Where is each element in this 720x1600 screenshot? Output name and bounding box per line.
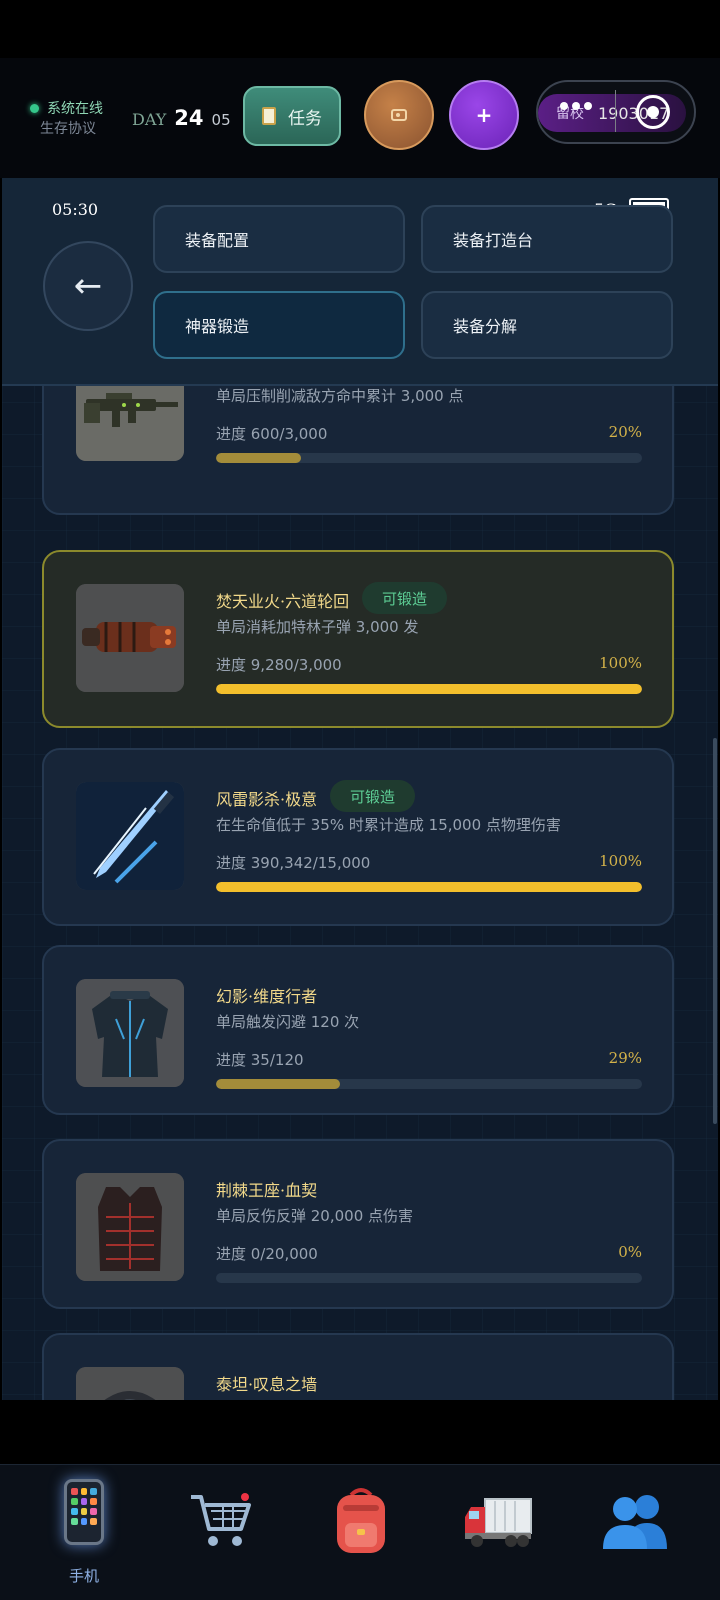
cart-icon	[191, 1493, 251, 1546]
task-label: 任务	[288, 108, 322, 129]
progress-fill	[216, 882, 642, 892]
item-name: 风雷影杀·极意	[216, 790, 318, 809]
clipboard-icon	[262, 107, 276, 125]
forge-header: 05:30 5G ← 装备配置 装备打造台 神器锻造 装备分解	[2, 178, 718, 386]
progress-percent: 29%	[608, 1049, 642, 1067]
dock-phone[interactable]: 手机	[39, 1479, 129, 1589]
progress-track	[216, 882, 642, 892]
item-requirement: 在生命值低于 35% 时累计造成 15,000 点物理伤害	[216, 816, 561, 834]
close-target-icon[interactable]	[636, 95, 670, 129]
progress-text: 进度 9,280/3,000	[216, 656, 342, 674]
dock-shop[interactable]	[176, 1479, 266, 1589]
progress-text: 进度 600/3,000	[216, 425, 328, 443]
item-requirement: 单局压制削减敌方命中累计 3,000 点	[216, 387, 464, 405]
forge-item-card[interactable]: 荆棘王座·血契单局反伤反弹 20,000 点伤害 进度 0/20,000 0%	[42, 1139, 674, 1309]
progress-track	[216, 684, 642, 694]
backpack-icon	[337, 1488, 385, 1553]
progress-track	[216, 453, 642, 463]
plus-icon: +	[475, 103, 493, 127]
truck-icon	[465, 1498, 532, 1547]
tab-crafting-bench[interactable]: 装备打造台	[421, 205, 673, 273]
progress-percent: 100%	[599, 852, 642, 870]
progress-track	[216, 1273, 642, 1283]
item-name: 焚天业火·六道轮回	[216, 592, 350, 611]
progress-text: 进度 0/20,000	[216, 1245, 318, 1263]
forge-item-card[interactable]: 焚天业火·六道轮回 可锻造单局消耗加特林子弹 3,000 发进度 9,280/3,…	[42, 550, 674, 728]
dock-phone-label: 手机	[68, 1567, 99, 1585]
task-button[interactable]: 任务	[243, 86, 341, 146]
armor-image	[76, 1367, 184, 1400]
katana-image	[76, 782, 184, 890]
dock-team[interactable]	[591, 1479, 681, 1589]
users-icon	[603, 1495, 667, 1549]
tab-dismantle[interactable]: 装备分解	[421, 291, 673, 359]
forge-item-card[interactable]: 风雷影杀·极意 可锻造在生命值低于 35% 时累计造成 15,000 点物理伤害进…	[42, 748, 674, 926]
item-name: 泰坦·叹息之墙	[216, 1375, 318, 1394]
plus-button[interactable]: +	[449, 80, 519, 150]
progress-fill	[216, 1079, 340, 1089]
item-name: 荆棘王座·血契	[216, 1181, 318, 1200]
back-arrow-icon: ←	[73, 266, 103, 306]
back-button[interactable]: ←	[43, 241, 133, 331]
system-status: 系统在线	[30, 98, 103, 118]
top-black-bar	[0, 0, 720, 58]
gatling-image	[76, 584, 184, 692]
dock-backpack[interactable]	[316, 1479, 406, 1589]
day-counter: DAY 24 05	[132, 106, 231, 130]
day-number: 24	[174, 106, 204, 130]
phone-screen: 秩序崩坏·深渊咆哮单局压制削减敌方命中累计 3,000 点进度 600/3,00…	[2, 178, 718, 1400]
day-sub: 05	[211, 111, 231, 129]
forgeable-badge: 可锻造	[362, 582, 448, 614]
coat-image	[76, 979, 184, 1087]
item-name: 幻影·维度行者	[216, 987, 318, 1006]
status-online-text: 系统在线	[47, 101, 103, 117]
forge-item-card[interactable]: 幻影·维度行者单局触发闪避 120 次进度 35/120 29%	[42, 945, 674, 1115]
online-dot-icon	[30, 103, 39, 113]
radio-icon	[391, 109, 407, 121]
vest-image	[76, 1173, 184, 1281]
item-requirement: 单局消耗加特林子弹 3,000 发	[216, 618, 419, 636]
progress-percent: 100%	[599, 654, 642, 672]
progress-percent: 20%	[608, 423, 642, 441]
tab-equipment-config[interactable]: 装备配置	[153, 205, 405, 273]
dock-truck[interactable]	[453, 1479, 543, 1589]
pill-divider	[615, 90, 616, 132]
more-dots-icon[interactable]	[560, 102, 592, 110]
screen-bottom-bezel	[0, 1400, 720, 1464]
forgeable-badge: 可锻造	[330, 780, 416, 812]
progress-text: 进度 390,342/15,000	[216, 854, 371, 872]
day-label: DAY	[132, 110, 167, 129]
bottom-dock: 手机	[0, 1464, 720, 1600]
game-hud: 系统在线 生存协议 DAY 24 05 任务 + 留校 1903017	[0, 58, 720, 178]
progress-fill	[216, 684, 642, 694]
protocol-text: 生存协议	[40, 121, 96, 137]
radio-button[interactable]	[364, 80, 434, 150]
item-requirement: 单局反伤反弹 20,000 点伤害	[216, 1207, 414, 1225]
status-time: 05:30	[52, 200, 99, 219]
progress-percent: 0%	[618, 1243, 642, 1261]
phone-icon	[64, 1479, 104, 1545]
forge-item-card[interactable]: 泰坦·叹息之墙	[42, 1333, 674, 1400]
progress-text: 进度 35/120	[216, 1051, 304, 1069]
item-requirement: 单局触发闪避 120 次	[216, 1013, 360, 1031]
tab-artifact-forge[interactable]: 神器锻造	[153, 291, 405, 359]
progress-track	[216, 1079, 642, 1089]
scrollbar[interactable]	[713, 738, 717, 1124]
progress-fill	[216, 453, 302, 463]
